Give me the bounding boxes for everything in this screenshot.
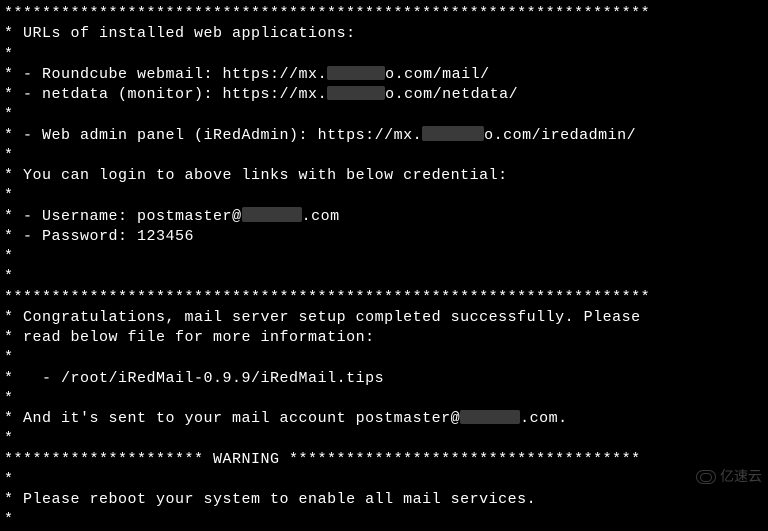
star-line: * bbox=[4, 389, 768, 409]
redacted-domain bbox=[422, 126, 484, 140]
roundcube-post: o.com/mail/ bbox=[385, 66, 490, 83]
star: * bbox=[4, 86, 14, 103]
star-line: * bbox=[4, 247, 768, 267]
username-line: * - Username: postmaster@ .com bbox=[4, 207, 768, 227]
password-line: * - Password: 123456 bbox=[4, 227, 768, 247]
star-line: * bbox=[4, 45, 768, 65]
star: * bbox=[4, 410, 14, 427]
admin-line: * - Web admin panel (iRedAdmin): https:/… bbox=[4, 126, 768, 146]
star-line: * bbox=[4, 186, 768, 206]
star: * bbox=[4, 228, 14, 245]
star-line: * bbox=[4, 348, 768, 368]
separator-mid: ****************************************… bbox=[4, 288, 768, 308]
warning-separator: ********************* WARNING **********… bbox=[4, 450, 768, 470]
redacted-domain bbox=[327, 66, 385, 80]
admin-post: o.com/iredadmin/ bbox=[484, 127, 636, 144]
separator-top: ****************************************… bbox=[4, 4, 768, 24]
text: - Password: 123456 bbox=[14, 228, 195, 245]
urls-header: * URLs of installed web applications: bbox=[4, 24, 768, 44]
star: * bbox=[4, 167, 14, 184]
redacted-domain bbox=[327, 86, 385, 100]
sent-post: .com. bbox=[520, 410, 568, 427]
text: - /root/iRedMail-0.9.9/iRedMail.tips bbox=[14, 370, 385, 387]
star: * bbox=[4, 370, 14, 387]
sent-pre: And it's sent to your mail account postm… bbox=[14, 410, 461, 427]
cloud-icon bbox=[696, 470, 716, 484]
watermark-text: 亿速云 bbox=[720, 467, 762, 486]
star: * bbox=[4, 208, 14, 225]
netdata-line: * - netdata (monitor): https://mx. o.com/… bbox=[4, 85, 768, 105]
netdata-pre: - netdata (monitor): https://mx. bbox=[14, 86, 328, 103]
redacted-domain bbox=[242, 207, 302, 221]
text: URLs of installed web applications: bbox=[14, 25, 356, 42]
star-line: * bbox=[4, 146, 768, 166]
user-pre: - Username: postmaster@ bbox=[14, 208, 242, 225]
star: * bbox=[4, 25, 14, 42]
warn-word: WARNING bbox=[204, 451, 290, 468]
congrats-line-1: * Congratulations, mail server setup com… bbox=[4, 308, 768, 328]
warn-pre: ********************* bbox=[4, 451, 204, 468]
netdata-post: o.com/netdata/ bbox=[385, 86, 518, 103]
roundcube-line: * - Roundcube webmail: https://mx. o.com/… bbox=[4, 65, 768, 85]
watermark: 亿速云 bbox=[696, 467, 762, 486]
star-line: * bbox=[4, 267, 768, 287]
user-post: .com bbox=[302, 208, 340, 225]
star: * bbox=[4, 127, 14, 144]
star: * bbox=[4, 66, 14, 83]
text: You can login to above links with below … bbox=[14, 167, 508, 184]
warn-post: ************************************* bbox=[289, 451, 641, 468]
text: read below file for more information: bbox=[14, 329, 375, 346]
sent-line: * And it's sent to your mail account pos… bbox=[4, 409, 768, 429]
reboot-line: * Please reboot your system to enable al… bbox=[4, 490, 768, 510]
roundcube-pre: - Roundcube webmail: https://mx. bbox=[14, 66, 328, 83]
redacted-domain bbox=[460, 410, 520, 424]
login-intro: * You can login to above links with belo… bbox=[4, 166, 768, 186]
star: * bbox=[4, 309, 14, 326]
star-line: * bbox=[4, 105, 768, 125]
star: * bbox=[4, 329, 14, 346]
congrats-line-2: * read below file for more information: bbox=[4, 328, 768, 348]
star-line: * bbox=[4, 470, 768, 490]
star-line: * bbox=[4, 510, 768, 530]
tips-path: * - /root/iRedMail-0.9.9/iRedMail.tips bbox=[4, 369, 768, 389]
text: Congratulations, mail server setup compl… bbox=[14, 309, 641, 326]
star-line: * bbox=[4, 429, 768, 449]
admin-pre: - Web admin panel (iRedAdmin): https://m… bbox=[14, 127, 423, 144]
